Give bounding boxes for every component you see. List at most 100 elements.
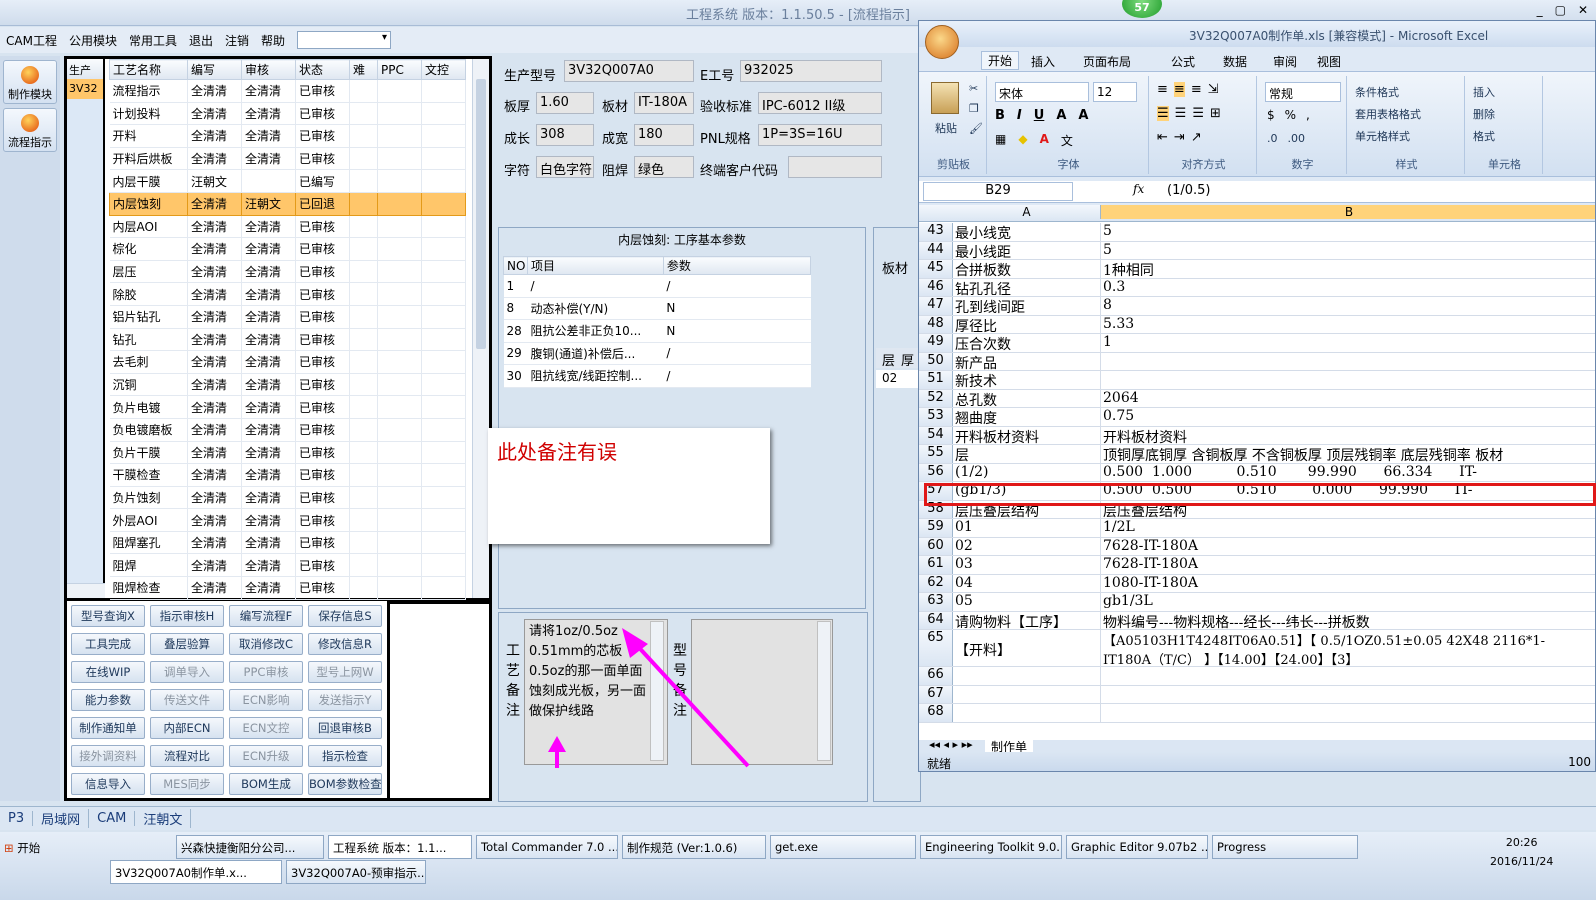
action-button-0[interactable]: 型号查询X (71, 605, 145, 627)
align-top-icon[interactable]: ≡ (1157, 82, 1168, 97)
table-row[interactable]: 干膜检查 全清清 全清清 已审核 (109, 463, 466, 487)
sheet-row[interactable]: 49 压合次数 1 (919, 334, 1595, 353)
cell-b[interactable]: 物料编号---物料规格---经长---纬长---拼板数 (1101, 612, 1595, 630)
font-color-icon[interactable]: A (1040, 132, 1049, 149)
table-row[interactable]: 去毛刺 全清清 全清清 已审核 (109, 350, 466, 374)
merge-icon[interactable]: ⊞ (1210, 106, 1221, 121)
table-row[interactable]: 棕化 全清清 全清清 已审核 (109, 237, 466, 261)
sheet-row[interactable]: 66 (919, 667, 1595, 686)
border-icon[interactable]: ▦ (995, 132, 1006, 149)
pnl-field[interactable]: 1P=3S=16U (758, 124, 882, 146)
action-button-26[interactable]: BOM生成 (229, 773, 303, 795)
cell-a[interactable] (953, 667, 1101, 685)
action-button-24[interactable]: 信息导入 (71, 773, 145, 795)
delete-cell-button[interactable]: 删除 (1473, 106, 1495, 122)
cell-a[interactable]: 开料板材资料 (953, 426, 1101, 444)
row-number[interactable]: 52 (919, 389, 953, 407)
cell-a[interactable] (953, 704, 1101, 722)
table-row[interactable]: 铝片钻孔 全清清 全清清 已审核 (109, 305, 466, 329)
menu-item-3[interactable]: 退出 (183, 32, 219, 49)
cut-icon[interactable]: ✂ (969, 82, 978, 95)
cell-b[interactable]: 1种相同 (1101, 260, 1595, 278)
sheet-row[interactable]: 52 总孔数 2064 (919, 389, 1595, 408)
action-button-18[interactable]: ECN文控 (229, 717, 303, 739)
percent-icon[interactable]: % (1285, 108, 1296, 122)
align-middle-icon[interactable]: ≡ (1173, 82, 1185, 97)
model-field[interactable]: 3V32Q007A0 (564, 60, 694, 82)
thickness-field[interactable]: 1.60 (536, 92, 594, 114)
align-center-icon[interactable]: ☰ (1175, 106, 1187, 121)
sheet-row[interactable]: 63 05 gb1/3L (919, 593, 1595, 612)
orientation-icon[interactable]: ↗ (1191, 130, 1202, 145)
action-button-22[interactable]: ECN升级 (229, 745, 303, 767)
row-number[interactable]: 53 (919, 408, 953, 426)
cell-b[interactable]: 5 (1101, 242, 1595, 260)
formula-input[interactable]: (1/0.5) (1167, 183, 1210, 198)
action-button-27[interactable]: BOM参数检查 (308, 773, 382, 795)
bold-icon[interactable]: B (995, 108, 1005, 123)
cell-a[interactable]: 压合次数 (953, 334, 1101, 352)
name-box[interactable]: B29 (923, 182, 1073, 201)
taskbar-item-4[interactable]: get.exe (770, 835, 916, 859)
ribbon-tab-4[interactable]: 数据 (1223, 53, 1247, 70)
cell-b[interactable]: 1080-IT-180A (1101, 575, 1595, 593)
sheet-row[interactable]: 50 新产品 (919, 352, 1595, 371)
action-button-7[interactable]: 修改信息R (308, 633, 382, 655)
cell-b[interactable] (1101, 353, 1595, 371)
sheet-row[interactable]: 45 合拼板数 1种相同 (919, 260, 1595, 279)
menu-item-4[interactable]: 注销 (219, 32, 255, 49)
copy-icon[interactable]: ❐ (969, 102, 979, 115)
conditional-format-button[interactable]: 条件格式 (1355, 84, 1399, 100)
process-header-3[interactable]: 状态 (295, 59, 350, 80)
scroll-thumb[interactable] (476, 79, 486, 349)
cell-b[interactable]: 顶铜厚底铜厚 含铜板厚 不含铜板厚 顶层残铜率 底层残铜率 板材 (1101, 445, 1595, 463)
table-row[interactable]: 负片电镀 全清清 全清清 已审核 (109, 395, 466, 419)
table-row[interactable]: 外层AOI 全清清 全清清 已审核 (109, 508, 466, 532)
ribbon-tab-6[interactable]: 视图 (1317, 53, 1341, 70)
format-cell-button[interactable]: 格式 (1473, 128, 1495, 144)
action-button-25[interactable]: MES同步 (150, 773, 224, 795)
menu-item-2[interactable]: 常用工具 (123, 32, 183, 49)
process-scrollbar[interactable] (472, 59, 489, 598)
taskbar-item-3[interactable]: 制作规范 (Ver:1.0.6) (622, 835, 766, 859)
decrease-decimal-icon[interactable]: .00 (1288, 132, 1306, 145)
format-painter-icon[interactable]: 🖌 (969, 122, 983, 135)
cell-b[interactable] (1101, 371, 1595, 389)
cell-b[interactable]: 2064 (1101, 390, 1595, 408)
length-field[interactable]: 308 (536, 124, 594, 146)
menu-item-1[interactable]: 公用模块 (63, 32, 123, 49)
table-row[interactable]: 28 阻抗公差非正负10... N (503, 319, 811, 343)
sheet-row[interactable]: 54 开料板材资料 开料板材资料 (919, 426, 1595, 445)
row-number[interactable]: 61 (919, 556, 953, 574)
action-button-14[interactable]: ECN影响 (229, 689, 303, 711)
taskbar-item-6[interactable]: Graphic Editor 9.07b2 ... (1066, 835, 1208, 859)
font-name-select[interactable]: 宋体 (995, 82, 1089, 102)
table-row[interactable]: 8 动态补偿(Y/N) N (503, 297, 811, 320)
process-header-1[interactable]: 编写 (187, 59, 242, 80)
column-b-header[interactable]: B (1101, 205, 1595, 219)
row-number[interactable]: 44 (919, 241, 953, 259)
horizontal-scrollbar[interactable] (67, 583, 105, 598)
table-row[interactable]: 开料后烘板 全清清 全清清 已审核 (109, 147, 466, 171)
action-button-9[interactable]: 调单导入 (150, 661, 224, 683)
cell-a[interactable]: 翘曲度 (953, 408, 1101, 426)
shrink-font-icon[interactable]: A (1078, 108, 1088, 123)
cell-a[interactable]: 合拼板数 (953, 260, 1101, 278)
action-button-11[interactable]: 型号上网W (308, 661, 382, 683)
bottom-tab-0[interactable]: P3 (0, 811, 34, 826)
row-number[interactable]: 48 (919, 315, 953, 333)
table-row[interactable]: 29 腹铜(通道)补偿后... / (503, 342, 811, 365)
cell-b[interactable]: 开料板材资料 (1101, 427, 1595, 445)
wrap-text-icon[interactable]: ⇲ (1208, 82, 1219, 97)
table-row[interactable]: 阻焊检查 全清清 全清清 已审核 (109, 576, 466, 600)
cell-a[interactable]: 新技术 (953, 371, 1101, 389)
sheet-row[interactable]: 65 【开料】 【A05103H1T4248IT06A0.51】【 0.5/1OZ0… (919, 630, 1595, 667)
process-header-4[interactable]: 难 (349, 59, 378, 80)
cell-b[interactable]: 0.3 (1101, 279, 1595, 297)
cell-b[interactable]: 5 (1101, 223, 1595, 241)
width-field[interactable]: 180 (634, 124, 694, 146)
action-button-23[interactable]: 指示检查 (308, 745, 382, 767)
standard-field[interactable]: IPC-6012 II级 (758, 92, 882, 114)
table-row[interactable]: 开料 全清清 全清清 已审核 (109, 124, 466, 148)
underline-icon[interactable]: U (1034, 108, 1045, 123)
